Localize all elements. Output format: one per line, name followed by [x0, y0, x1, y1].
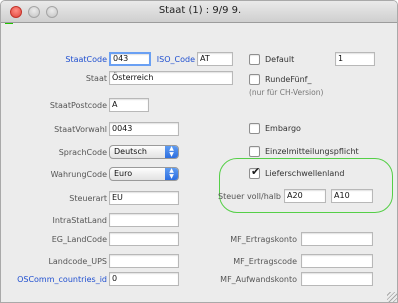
- eg-landcode-label: EG_LandCode: [51, 235, 107, 244]
- staatpostcode-label: StaatPostcode: [49, 101, 107, 110]
- oscomm-countries-id-field[interactable]: 0: [109, 272, 179, 286]
- wahrungcode-label: WahrungCode: [50, 170, 107, 179]
- mf-ertragscode-label: MF_Ertragscode: [233, 257, 297, 266]
- embargo-label: Embargo: [265, 124, 301, 133]
- sprachcode-label: SprachCode: [58, 148, 107, 157]
- wahrungcode-value: Euro: [114, 169, 133, 178]
- oscomm-countries-id-label: OSComm_countries_id: [17, 275, 107, 284]
- rundefuenf-note: (nur für CH-Version): [249, 88, 324, 97]
- intrastatland-label: IntraStatLand: [52, 216, 107, 225]
- landcode-ups-field[interactable]: [109, 254, 179, 268]
- intrastatland-field[interactable]: [109, 213, 179, 227]
- sprachcode-value: Deutsch: [114, 147, 147, 156]
- title-bar[interactable]: Staat (1) : 9/9 9.: [1, 1, 397, 23]
- eg-landcode-field[interactable]: [109, 232, 179, 246]
- mf-ertragskonto-field[interactable]: [301, 232, 373, 246]
- checkmark-icon: ✔: [251, 165, 261, 178]
- wahrungcode-popup[interactable]: Euro ▲ ▼: [109, 167, 179, 181]
- staat-label: Staat: [85, 74, 107, 83]
- landcode-ups-label: Landcode_UPS: [48, 257, 107, 266]
- default-value-field[interactable]: 1: [335, 52, 375, 66]
- steuerart-field[interactable]: EU: [109, 191, 179, 205]
- steuer-voll-halb-label: Steuer voll/halb: [217, 192, 281, 201]
- rundefuenf-checkbox[interactable]: [249, 74, 260, 85]
- einzelmitteilungspflicht-label: Einzelmitteilungspflicht: [265, 147, 359, 156]
- sprachcode-popup[interactable]: Deutsch ▲ ▼: [109, 145, 179, 159]
- staatvorwahl-label: StaatVorwahl: [54, 125, 107, 134]
- embargo-checkbox[interactable]: [249, 123, 260, 134]
- iso-code-field[interactable]: AT: [197, 52, 233, 66]
- staatcode-field[interactable]: 043: [109, 52, 151, 66]
- mf-aufwandskonto-label: MF_Aufwandskonto: [220, 275, 297, 284]
- form-area: StaatCode 043 ISO_Code AT Staat Österrei…: [1, 24, 397, 302]
- window: Staat (1) : 9/9 9. I StaatCode 043 ISO_C…: [0, 0, 398, 303]
- up-down-arrows-icon: ▲ ▼: [165, 168, 178, 180]
- staat-field[interactable]: Österreich: [109, 71, 233, 85]
- mf-ertragskonto-label: MF_Ertragskonto: [230, 235, 297, 244]
- up-down-arrows-icon: ▲ ▼: [165, 146, 178, 158]
- default-checkbox[interactable]: [249, 54, 260, 65]
- iso-code-label: ISO_Code: [156, 55, 195, 64]
- mf-aufwandskonto-field[interactable]: [301, 272, 373, 286]
- staatcode-label: StaatCode: [65, 55, 107, 64]
- staatpostcode-field[interactable]: A: [109, 98, 149, 112]
- steuerart-label: Steuerart: [69, 194, 107, 203]
- window-title: Staat (1) : 9/9 9.: [158, 5, 242, 16]
- resize-grip-icon[interactable]: [387, 292, 397, 302]
- mf-ertragscode-field[interactable]: [301, 254, 373, 268]
- default-label: Default: [265, 55, 295, 64]
- lieferschwellenland-label: Lieferschwellenland: [265, 169, 345, 178]
- einzelmitteilungspflicht-checkbox[interactable]: [249, 146, 260, 157]
- rundefuenf-label: RundeFünf_: [265, 75, 312, 84]
- lieferschwellenland-checkbox[interactable]: ✔: [249, 165, 261, 179]
- steuer-halb-field[interactable]: A10: [331, 189, 373, 203]
- steuer-voll-field[interactable]: A20: [284, 189, 326, 203]
- staatvorwahl-field[interactable]: 0043: [109, 122, 179, 136]
- highlight-outline: [219, 158, 393, 213]
